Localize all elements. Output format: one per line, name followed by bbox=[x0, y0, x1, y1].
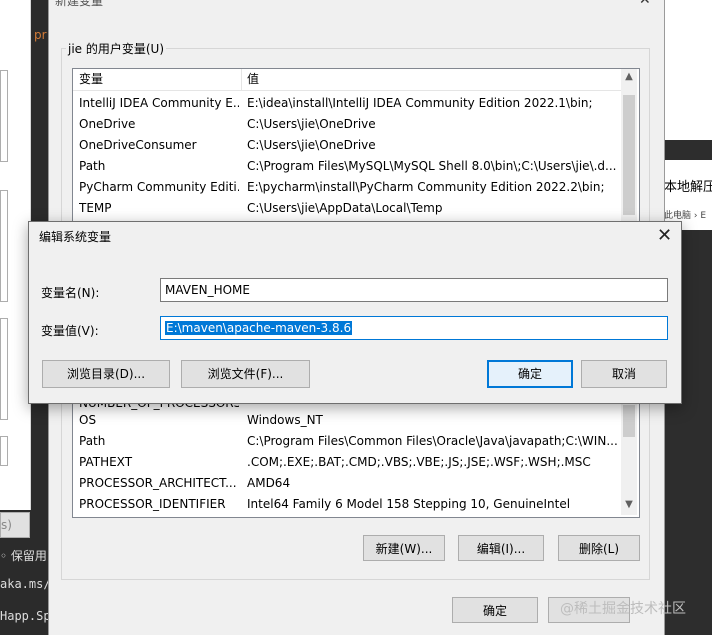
edit-system-variable-dialog: 编辑系统变量 ✕ 变量名(N): MAVEN_HOME 变量值(V): E:\m… bbox=[28, 221, 682, 404]
new-button[interactable]: 新建(W)... bbox=[363, 535, 445, 561]
variable-value-label: 变量值(V): bbox=[41, 324, 99, 338]
user-variables-label: jie 的用户变量(U) bbox=[66, 40, 167, 57]
column-header-name[interactable]: 变量 bbox=[79, 69, 239, 90]
variable-value: .COM;.EXE;.BAT;.CMD;.VBS;.VBE;.JS;.JSE;.… bbox=[247, 455, 591, 469]
selected-text: E:\maven\apache-maven-3.8.6 bbox=[165, 321, 353, 335]
background-window-right-top bbox=[663, 0, 712, 140]
browse-file-button[interactable]: 浏览文件(F)... bbox=[181, 360, 310, 388]
close-icon[interactable]: ✕ bbox=[639, 0, 651, 8]
variable-name-label: 变量名(N): bbox=[41, 286, 100, 300]
variable-value: C:\Users\jie\OneDrive bbox=[247, 138, 376, 152]
ok-button[interactable]: 确定 bbox=[452, 597, 538, 623]
background-breadcrumb: 此电脑 › E bbox=[664, 211, 707, 221]
list-item[interactable]: PROCESSOR_ARCHITECT... AMD64 bbox=[73, 473, 621, 494]
list-item[interactable]: PROCESSOR_IDENTIFIER Intel64 Family 6 Mo… bbox=[73, 494, 621, 515]
variable-value: C:\Program Files\Common Files\Oracle\Jav… bbox=[247, 434, 617, 448]
cancel-button[interactable]: 取消 bbox=[581, 360, 667, 388]
variable-value: E:\idea\install\IntelliJ IDEA Community … bbox=[247, 96, 593, 110]
background-box bbox=[0, 318, 8, 420]
variable-value: C:\Program Files\MySQL\MySQL Shell 8.0\b… bbox=[247, 159, 617, 173]
system-variables-list[interactable]: NUMBER_OF_PROCESSORS OS Windows_NT Path … bbox=[72, 392, 640, 518]
list-item[interactable]: TEMP C:\Users\jie\AppData\Local\Temp bbox=[73, 198, 621, 219]
list-item[interactable]: PyCharm Community Editi... E:\pycharm\in… bbox=[73, 177, 621, 198]
background-title: 本地解压 bbox=[664, 180, 712, 195]
variable-name-input[interactable]: MAVEN_HOME bbox=[160, 278, 668, 302]
variable-value: C:\Users\jie\AppData\Local\Temp bbox=[247, 201, 443, 215]
list-item[interactable]: PATHEXT .COM;.EXE;.BAT;.CMD;.VBS;.VBE;.J… bbox=[73, 452, 621, 473]
scrollbar[interactable]: ▲ bbox=[621, 69, 637, 221]
variable-name: OneDrive bbox=[79, 117, 136, 131]
dialog-title: 编辑系统变量 bbox=[39, 230, 112, 244]
background-button: s) bbox=[0, 512, 30, 538]
edit-button[interactable]: 编辑(I)... bbox=[458, 535, 544, 561]
close-icon[interactable]: ✕ bbox=[657, 225, 672, 246]
background-box bbox=[0, 190, 8, 302]
variable-name: OS bbox=[79, 413, 97, 427]
list-item[interactable]: Path C:\Program Files\Common Files\Oracl… bbox=[73, 431, 621, 452]
scroll-down-icon[interactable]: ▼ bbox=[621, 499, 637, 510]
variable-name: PATHEXT bbox=[79, 455, 133, 469]
variable-value: AMD64 bbox=[247, 476, 291, 490]
delete-button[interactable]: 删除(L) bbox=[558, 535, 640, 561]
variable-name: PROCESSOR_ARCHITECT... bbox=[79, 476, 237, 490]
background-box bbox=[0, 436, 8, 466]
ok-button[interactable]: 确定 bbox=[487, 360, 573, 388]
background-text: Happ.Sp bbox=[0, 609, 51, 623]
variable-value: Intel64 Family 6 Model 158 Stepping 10, … bbox=[247, 497, 571, 511]
column-header-value[interactable]: 值 bbox=[247, 69, 617, 90]
variable-name: OneDriveConsumer bbox=[79, 138, 197, 152]
browse-directory-button[interactable]: 浏览目录(D)... bbox=[42, 360, 170, 388]
user-variables-list[interactable]: 变量 值 IntelliJ IDEA Community E... E:\ide… bbox=[72, 68, 640, 222]
watermark: @稀土掘金技术社区 bbox=[560, 601, 686, 617]
variable-name: IntelliJ IDEA Community E... bbox=[79, 96, 239, 110]
scroll-up-icon[interactable]: ▲ bbox=[621, 71, 637, 82]
column-divider[interactable] bbox=[241, 69, 242, 90]
variable-name: PyCharm Community Editi... bbox=[79, 180, 239, 194]
list-item[interactable]: OS Windows_NT bbox=[73, 410, 621, 431]
scrollbar[interactable]: ▼ bbox=[621, 393, 637, 515]
variable-value: C:\Users\jie\OneDrive bbox=[247, 117, 376, 131]
dialog-title: 新建变量 bbox=[55, 0, 104, 8]
list-item[interactable]: Path C:\Program Files\MySQL\MySQL Shell … bbox=[73, 156, 621, 177]
variable-value: E:\pycharm\install\PyCharm Community Edi… bbox=[247, 180, 605, 194]
scrollbar-thumb[interactable] bbox=[623, 405, 635, 437]
variable-value-input[interactable]: E:\maven\apache-maven-3.8.6 bbox=[160, 316, 668, 340]
variable-name: PROCESSOR_IDENTIFIER bbox=[79, 497, 226, 511]
background-text: aka.ms/ bbox=[0, 577, 51, 591]
scrollbar-thumb[interactable] bbox=[623, 95, 635, 215]
list-item[interactable]: OneDriveConsumer C:\Users\jie\OneDrive bbox=[73, 135, 621, 156]
list-header: 变量 值 bbox=[73, 69, 621, 91]
background-window-left bbox=[0, 0, 31, 510]
list-item[interactable]: IntelliJ IDEA Community E... E:\idea\ins… bbox=[73, 93, 621, 114]
background-text: pr bbox=[34, 28, 47, 42]
variable-value: Windows_NT bbox=[247, 413, 323, 427]
variable-name: Path bbox=[79, 159, 106, 173]
list-item[interactable]: OneDrive C:\Users\jie\OneDrive bbox=[73, 114, 621, 135]
background-text: ◦ 保留用 bbox=[0, 549, 47, 563]
background-box bbox=[0, 70, 8, 162]
variable-name: TEMP bbox=[79, 201, 112, 215]
variable-name: Path bbox=[79, 434, 106, 448]
